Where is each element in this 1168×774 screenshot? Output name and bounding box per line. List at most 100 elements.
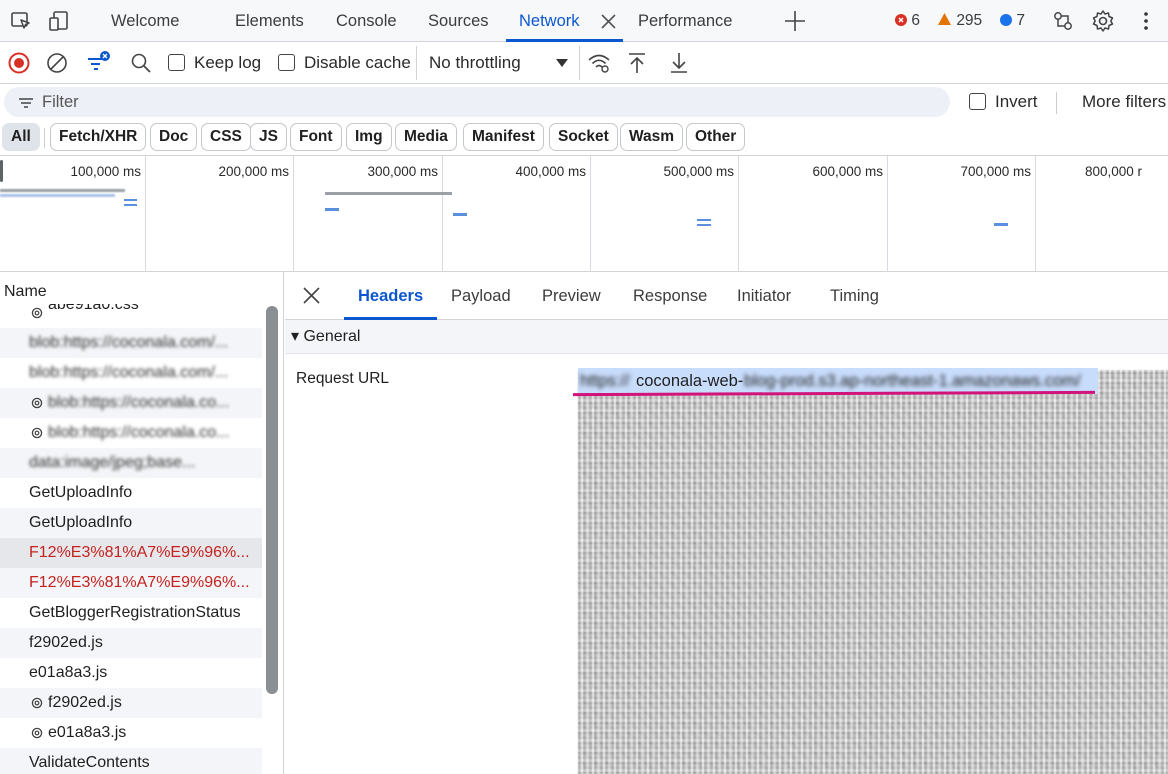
overview-request-bar xyxy=(697,224,711,226)
tab-response[interactable]: Response xyxy=(633,272,707,320)
import-har-icon[interactable] xyxy=(624,50,650,76)
request-name: ValidateContents xyxy=(29,754,150,771)
type-chip-fetch-xhr[interactable]: Fetch/XHR xyxy=(50,123,147,151)
close-tab-icon[interactable] xyxy=(596,8,622,34)
warning-count-value: 295 xyxy=(956,12,983,29)
request-url-rest: blog-prod.s3.ap-northeast-1.amazonaws.co… xyxy=(744,372,1081,390)
tab-console[interactable]: Console xyxy=(336,0,397,42)
overview-gridline xyxy=(293,156,294,272)
inspect-element-icon[interactable] xyxy=(8,8,34,34)
tab-welcome[interactable]: Welcome xyxy=(111,0,179,42)
add-tab-icon[interactable] xyxy=(782,8,808,34)
more-options-icon[interactable] xyxy=(1133,8,1159,34)
warning-count[interactable]: 295 xyxy=(937,0,982,42)
filter-active-icon[interactable] xyxy=(84,48,110,74)
type-chip-other[interactable]: Other xyxy=(686,123,746,151)
request-row[interactable]: GetBloggerRegistrationStatus xyxy=(0,598,262,628)
filter-icon xyxy=(19,98,33,108)
request-row[interactable]: f2902ed.js xyxy=(0,688,262,718)
overview-window-handle[interactable] xyxy=(0,160,3,182)
request-row[interactable]: f2902ed.js xyxy=(0,628,262,658)
device-toolbar-icon[interactable] xyxy=(46,8,72,34)
invert-label[interactable]: Invert xyxy=(995,84,1038,120)
tab-preview[interactable]: Preview xyxy=(542,272,601,320)
network-conditions-icon[interactable] xyxy=(586,50,612,76)
request-url-prefix: https:// xyxy=(580,372,630,390)
customize-icon[interactable] xyxy=(1050,8,1076,34)
overview-request-bar xyxy=(453,213,467,216)
tab-timing[interactable]: Timing xyxy=(830,272,879,320)
request-row[interactable]: blob:https://coconala.com/... xyxy=(0,328,262,358)
request-row[interactable]: ValidateContents xyxy=(0,748,262,774)
overview-request-bar xyxy=(325,192,452,195)
close-detail-icon[interactable] xyxy=(299,283,325,309)
type-chip-font[interactable]: Font xyxy=(290,123,342,151)
tab-performance[interactable]: Performance xyxy=(638,0,732,42)
request-name: e01a8a3.js xyxy=(48,724,127,741)
type-chip-img[interactable]: Img xyxy=(346,123,392,151)
type-chip-doc[interactable]: Doc xyxy=(150,123,198,151)
warning-icon xyxy=(938,13,951,25)
general-section-header[interactable]: ▾ General xyxy=(285,320,1168,354)
general-section-title: ▾ General xyxy=(291,328,361,345)
request-row-selected[interactable]: F12%E3%81%A7%E9%96%... xyxy=(0,538,262,568)
overview-gridline xyxy=(145,156,146,272)
record-stop-icon[interactable] xyxy=(6,50,32,76)
overview-gridline xyxy=(590,156,591,272)
overview-request-bar xyxy=(0,189,125,192)
type-chip-js[interactable]: JS xyxy=(250,123,287,151)
type-chip-socket[interactable]: Socket xyxy=(549,123,618,151)
export-har-icon[interactable] xyxy=(666,50,692,76)
message-count-value: 7 xyxy=(1016,12,1025,29)
clear-icon[interactable] xyxy=(44,50,70,76)
request-row[interactable]: blob:https://coconala.co... xyxy=(0,388,262,418)
request-row[interactable]: e01a8a3.js xyxy=(0,718,262,748)
settings-gear-icon[interactable] xyxy=(1090,8,1116,34)
disable-cache-checkbox[interactable] xyxy=(278,54,295,71)
devtools-tab-bar: Welcome Elements Console Sources Network… xyxy=(0,0,1168,42)
overview-gridline xyxy=(738,156,739,272)
request-row[interactable]: blob:https://coconala.com/... xyxy=(0,358,262,388)
more-filters-button[interactable]: More filters xyxy=(1082,84,1166,120)
disable-cache-label[interactable]: Disable cache xyxy=(304,42,411,84)
override-gear-icon xyxy=(31,727,43,739)
tab-headers[interactable]: Headers xyxy=(358,272,423,320)
request-row[interactable]: GetUploadInfo xyxy=(0,508,262,538)
request-row[interactable]: blob:https://coconala.co... xyxy=(0,418,262,448)
request-row[interactable]: data:image/jpeg;base... xyxy=(0,448,262,478)
keep-log-checkbox[interactable] xyxy=(168,54,185,71)
invert-checkbox[interactable] xyxy=(969,93,986,110)
tab-network[interactable]: Network xyxy=(519,0,580,42)
tab-initiator[interactable]: Initiator xyxy=(737,272,791,320)
request-name: blob:https://coconala.co... xyxy=(48,424,230,441)
search-icon[interactable] xyxy=(128,50,154,76)
request-row[interactable]: F12%E3%81%A7%E9%96%... xyxy=(0,568,262,598)
request-list-scroll-thumb[interactable] xyxy=(266,306,278,694)
type-chip-manifest[interactable]: Manifest xyxy=(463,123,544,151)
tab-elements[interactable]: Elements xyxy=(235,0,304,42)
type-chip-wasm[interactable]: Wasm xyxy=(620,123,684,151)
type-chip-css[interactable]: CSS xyxy=(201,123,251,151)
request-row[interactable]: e01a8a3.js xyxy=(0,658,262,688)
request-name: abe91a0.css xyxy=(48,304,139,313)
type-chip-all[interactable]: All xyxy=(2,123,40,151)
network-overview[interactable]: 100,000 ms 200,000 ms 300,000 ms 400,000… xyxy=(0,156,1168,272)
throttling-select[interactable]: No throttling xyxy=(416,46,580,80)
request-name: data:image/jpeg;base... xyxy=(29,454,196,471)
request-url-label: Request URL xyxy=(296,370,390,387)
filter-input[interactable]: Filter xyxy=(4,87,950,117)
error-count[interactable]: 6 xyxy=(895,0,920,42)
keep-log-label[interactable]: Keep log xyxy=(194,42,261,84)
tab-payload[interactable]: Payload xyxy=(451,272,511,320)
request-row[interactable]: abe91a0.css xyxy=(0,304,262,322)
request-row[interactable]: GetUploadInfo xyxy=(0,478,262,508)
filter-divider xyxy=(1056,92,1057,114)
request-url-value[interactable]: https:// coconala-web- blog-prod.s3.ap-n… xyxy=(578,368,1098,394)
redacted-header-values xyxy=(578,370,1168,774)
message-count[interactable]: 7 xyxy=(1000,0,1025,42)
type-chip-media[interactable]: Media xyxy=(395,123,457,151)
tab-sources[interactable]: Sources xyxy=(428,0,489,42)
overview-tick-label: 200,000 ms xyxy=(218,164,289,179)
detail-tab-bar: Headers Payload Preview Response Initiat… xyxy=(285,272,1168,320)
overview-tick-label: 300,000 ms xyxy=(367,164,438,179)
